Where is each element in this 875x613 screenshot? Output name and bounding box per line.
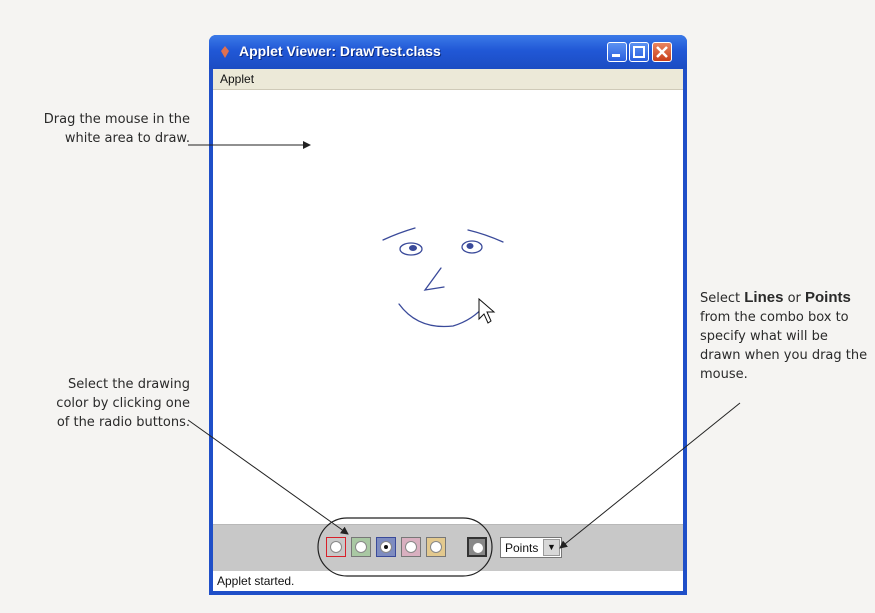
drag-callout-text: Drag the mouse in the white area to draw… <box>43 112 190 146</box>
status-text: Applet started. <box>217 574 295 588</box>
mouth <box>398 303 486 328</box>
left-eyebrow <box>382 227 416 241</box>
color-radio-red[interactable] <box>326 537 346 557</box>
close-button[interactable] <box>652 42 672 62</box>
draw-mode-value: Points <box>505 541 539 555</box>
color-radio-pink[interactable] <box>401 537 421 557</box>
window-title: Applet Viewer: DrawTest.class <box>239 43 441 59</box>
chevron-down-icon[interactable]: ▼ <box>543 539 560 556</box>
menu-bar: Applet <box>213 69 683 90</box>
color-callout-text: Select the drawing color by clicking one… <box>56 377 190 430</box>
java-app-icon <box>221 46 229 58</box>
color-radio-black[interactable] <box>467 537 487 557</box>
title-bar[interactable]: Applet Viewer: DrawTest.class <box>209 35 687 69</box>
left-pupil <box>409 245 417 251</box>
draw-mode-select[interactable]: Points ▼ <box>500 537 562 558</box>
controls-panel: Points ▼ <box>213 524 683 571</box>
menu-item-applet[interactable]: Applet <box>220 72 254 86</box>
status-bar: Applet started. <box>213 571 683 591</box>
minimize-icon <box>612 54 620 57</box>
nose <box>423 267 445 291</box>
mouse-cursor-icon <box>478 297 496 324</box>
maximize-icon <box>633 46 645 58</box>
right-pupil <box>466 243 474 249</box>
right-eyebrow <box>467 229 504 243</box>
minimize-button[interactable] <box>607 42 627 62</box>
maximize-button[interactable] <box>629 42 649 62</box>
color-radio-blue[interactable] <box>376 537 396 557</box>
applet-viewer-window: Applet Viewer: DrawTest.class Applet Poi… <box>209 35 687 595</box>
color-radio-yellow[interactable] <box>426 537 446 557</box>
color-radio-green[interactable] <box>351 537 371 557</box>
face-drawing <box>382 227 504 328</box>
drawing-canvas[interactable] <box>213 90 683 524</box>
mode-callout-text: Select Lines or Points from the combo bo… <box>700 289 868 382</box>
close-icon <box>656 46 668 58</box>
